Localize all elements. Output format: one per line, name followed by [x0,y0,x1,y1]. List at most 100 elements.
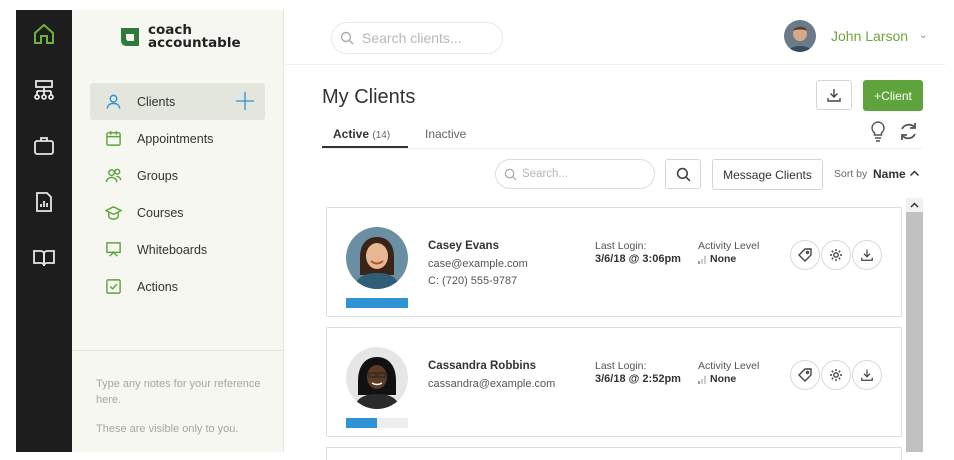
last-login-value: 3/6/18 @ 2:52pm [595,373,681,385]
chevron-up-icon[interactable] [909,168,920,179]
tag-button[interactable] [790,360,820,390]
sidebar-item-label: Clients [137,94,176,109]
sidebar-item-courses[interactable]: Courses [90,194,265,231]
brand-name: coach accountable [148,22,241,51]
graduation-cap-icon [104,204,122,222]
search-icon [504,168,517,181]
client-email: cassandra@example.com [428,378,556,390]
sidebar-item-whiteboards[interactable]: Whiteboards [90,231,265,268]
client-search-input[interactable] [362,30,492,46]
download-client-button[interactable] [852,240,882,270]
download-icon [827,89,841,102]
sidebar-item-label: Whiteboards [137,242,208,257]
tag-icon [798,368,812,382]
lightbulb-icon[interactable] [868,120,888,142]
sidebar-item-label: Groups [137,168,178,183]
client-progress-fill [346,298,408,308]
whiteboard-icon [104,241,122,259]
gear-icon [830,369,842,381]
notes-visibility-hint: These are visible only to you. [96,423,239,435]
page-title: My Clients [322,86,416,108]
add-client-button[interactable]: +Client [863,80,923,111]
client-phone: C: (720) 555-9787 [428,275,518,287]
sidebar-item-appointments[interactable]: Appointments [90,120,265,157]
sidebar: coach accountable Clients Appointments G… [72,10,284,452]
last-login-value: 3/6/18 @ 3:06pm [595,253,681,265]
tab-inactive[interactable]: Inactive [425,127,466,141]
home-icon[interactable] [30,20,58,48]
list-search-box[interactable] [495,159,655,189]
message-clients-button[interactable]: Message Clients [712,159,823,190]
activity-level-label: Activity Level [698,360,760,372]
activity-level-text: None [710,253,737,265]
client-name[interactable]: Casey Evans [428,240,499,252]
client-photo[interactable] [346,347,408,409]
tab-label: Active [333,127,370,141]
add-client-plus-icon[interactable] [235,91,255,111]
group-icon [104,167,122,185]
sidebar-item-label: Courses [137,205,184,220]
tag-button[interactable] [790,240,820,270]
user-avatar[interactable] [784,20,816,52]
download-client-button[interactable] [852,360,882,390]
settings-button[interactable] [821,240,851,270]
search-icon [340,31,354,45]
app-rail [16,10,72,452]
sort-field-toggle[interactable]: Name [873,167,906,181]
sort-by-label: Sort by [834,168,868,180]
gear-icon [830,249,842,261]
scrollbar-thumb[interactable] [906,212,923,452]
last-login-label: Last Login: [595,360,647,372]
user-menu-name[interactable]: John Larson [831,28,908,44]
search-button[interactable] [665,159,701,189]
chevron-down-icon[interactable]: ⌄ [919,30,927,41]
client-email: case@example.com [428,258,528,270]
activity-level-text: None [710,373,737,385]
notes-placeholder[interactable]: Type any notes for your reference here. [96,376,266,408]
tab-count-badge: (14) [372,130,391,141]
top-bar: John Larson ⌄ [285,10,945,65]
export-button[interactable] [816,80,852,110]
signal-bars-icon [698,256,706,264]
tabs-divider [322,148,922,149]
client-card[interactable]: Casey Evans case@example.com C: (720) 55… [326,207,902,317]
download-icon [861,369,873,381]
sidebar-item-clients[interactable]: Clients [90,83,265,120]
client-search-box[interactable] [331,22,503,54]
tag-icon [798,248,812,262]
client-progress-bar [346,298,408,308]
search-icon [676,167,690,181]
client-card[interactable] [326,447,902,460]
activity-level-label: Activity Level [698,240,760,252]
chevron-up-icon [910,201,919,208]
refresh-icon[interactable] [898,121,919,142]
settings-button[interactable] [821,360,851,390]
book-icon[interactable] [30,244,58,272]
activity-level-value: None [698,253,736,265]
last-login-label: Last Login: [595,240,647,252]
report-icon[interactable] [30,188,58,216]
checkbox-icon [104,278,122,296]
client-progress-fill [346,418,377,428]
list-search-input[interactable] [522,168,647,180]
briefcase-icon[interactable] [30,132,58,160]
sidebar-item-groups[interactable]: Groups [90,157,265,194]
sidebar-item-label: Appointments [137,131,214,146]
sidebar-item-label: Actions [137,279,178,294]
brand-logo[interactable]: coach accountable [118,22,241,51]
org-chart-icon[interactable] [30,76,58,104]
client-progress-bar [346,418,408,428]
sidebar-nav: Clients Appointments Groups Courses Whit… [90,83,265,305]
user-icon [104,93,122,111]
download-icon [861,249,873,261]
tab-active[interactable]: Active (14) [333,127,390,141]
client-card[interactable]: Cassandra Robbins cassandra@example.com … [326,327,902,437]
scroll-up-arrow[interactable] [906,198,923,212]
activity-level-value: None [698,373,736,385]
client-name[interactable]: Cassandra Robbins [428,360,536,372]
notes-divider [72,350,283,351]
sidebar-item-actions[interactable]: Actions [90,268,265,305]
active-tab-indicator [322,146,408,148]
signal-bars-icon [698,376,706,384]
client-photo[interactable] [346,227,408,289]
